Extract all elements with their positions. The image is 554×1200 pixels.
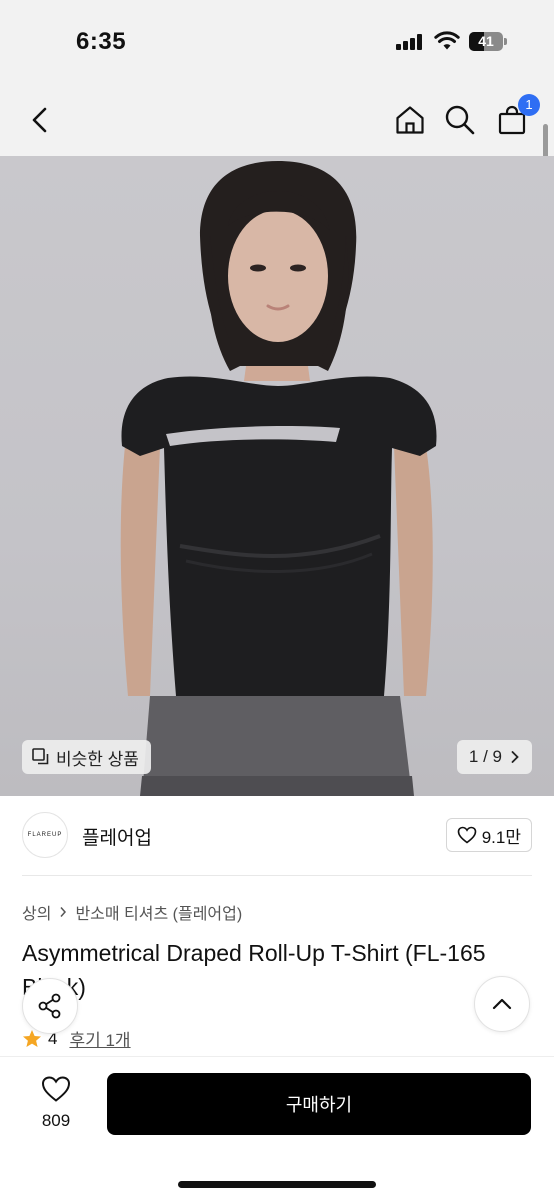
buy-button[interactable]: 구매하기 (107, 1073, 531, 1135)
cart-badge: 1 (518, 94, 540, 116)
breadcrumb-category[interactable]: 상의 (22, 900, 51, 924)
wish-count: 809 (41, 1111, 71, 1130)
share-icon (38, 993, 61, 1019)
product-title: Asymmetrical Draped Roll-Up T-Shirt (FL-… (22, 940, 486, 1000)
share-button[interactable] (22, 978, 78, 1034)
chevron-up-icon (492, 998, 512, 1010)
status-time: 6:35 (76, 28, 127, 55)
home-button[interactable] (390, 100, 430, 140)
wish-button[interactable]: 809 (24, 1075, 88, 1145)
signal-icon (396, 34, 424, 50)
cart-button[interactable]: 1 (492, 94, 540, 140)
wifi-icon (434, 31, 460, 56)
home-indicator (178, 1181, 376, 1188)
search-icon (445, 105, 475, 135)
battery-level: 41 (478, 33, 494, 49)
page-indicator-text: 1 / 9 (468, 747, 502, 766)
seller-like-button[interactable]: 9.1만 (445, 818, 532, 852)
breadcrumb: 상의 반소매 티셔츠 (플레어업) (22, 900, 242, 924)
reviews-link[interactable]: 후기 1개 (69, 1026, 130, 1051)
similar-icon (32, 748, 49, 765)
similar-label: 비슷한 상품 (56, 749, 139, 769)
similar-products-button[interactable]: 비슷한 상품 (22, 740, 151, 774)
scroll-to-top-button[interactable] (474, 976, 530, 1032)
back-button[interactable] (20, 100, 60, 140)
heart-icon (41, 1076, 71, 1102)
status-bar: 6:35 41 (0, 0, 554, 86)
product-image[interactable]: 비슷한 상품 1 / 9 (0, 156, 554, 796)
home-icon (396, 106, 424, 134)
image-page-indicator[interactable]: 1 / 9 (456, 740, 532, 774)
nav-bar: 1 (0, 86, 554, 156)
seller-logo[interactable]: FLAREUP (22, 812, 68, 858)
bottom-bar: 809 구매하기 (0, 1056, 554, 1200)
seller-row[interactable]: FLAREUP 플레어업 9.1만 (0, 812, 554, 860)
model-photo (120, 161, 437, 796)
seller-name[interactable]: 플레어업 (82, 823, 152, 850)
chevron-right-icon (511, 751, 519, 763)
seller-like-count: 9.1만 (481, 827, 521, 847)
chevron-left-icon (32, 107, 47, 133)
heart-icon (457, 826, 477, 844)
chevron-right-icon (60, 907, 67, 917)
search-button[interactable] (440, 100, 480, 140)
divider (22, 875, 532, 876)
breadcrumb-subcategory[interactable]: 반소매 티셔츠 (플레어업) (75, 900, 242, 924)
battery-icon: 41 (469, 32, 507, 51)
